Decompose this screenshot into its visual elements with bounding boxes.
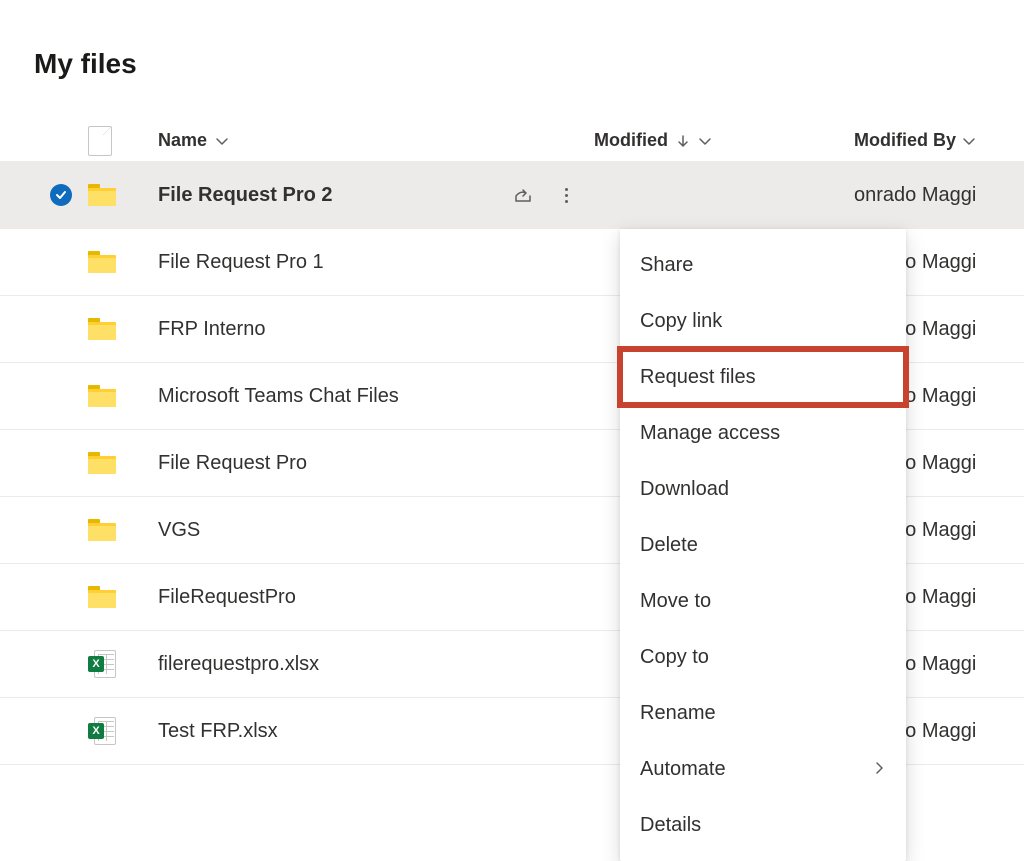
menu-item-label: Manage access <box>640 422 780 445</box>
page-title: My files <box>34 48 1024 80</box>
column-header-modified[interactable]: Modified <box>594 130 854 151</box>
sort-descending-icon <box>676 134 690 148</box>
menu-item-label: Request files <box>640 366 756 389</box>
row-name[interactable]: VGS <box>158 519 474 542</box>
menu-item-label: Copy to <box>640 646 709 669</box>
row-select[interactable] <box>34 184 88 206</box>
menu-item-copy-link[interactable]: Copy link <box>620 293 906 349</box>
row-name-label: FileRequestPro <box>158 586 296 609</box>
chevron-down-icon <box>698 134 712 148</box>
menu-item-download[interactable]: Download <box>620 461 906 517</box>
column-header-modified-by-label: Modified By <box>854 130 956 151</box>
column-header-modified-label: Modified <box>594 130 668 151</box>
column-header-type[interactable] <box>88 126 158 156</box>
excel-file-icon: X <box>88 717 116 745</box>
row-name-label: filerequestpro.xlsx <box>158 653 319 676</box>
row-type-icon <box>88 385 158 407</box>
folder-icon <box>88 452 116 474</box>
row-name-label: VGS <box>158 519 200 542</box>
row-type-icon <box>88 184 158 206</box>
menu-item-label: Details <box>640 814 701 837</box>
row-name[interactable]: File Request Pro 1 <box>158 251 474 274</box>
menu-item-label: Download <box>640 478 729 501</box>
context-menu: Share Copy link Request files Manage access… <box>620 229 906 861</box>
row-name-label: Microsoft Teams Chat Files <box>158 385 399 408</box>
row-name[interactable]: File Request Pro 2 <box>158 184 474 207</box>
row-type-icon: X <box>88 717 158 745</box>
file-icon <box>88 126 112 156</box>
row-type-icon <box>88 586 158 608</box>
row-type-icon <box>88 519 158 541</box>
row-name[interactable]: FileRequestPro <box>158 586 474 609</box>
folder-icon <box>88 184 116 206</box>
column-header-modified-by[interactable]: Modified By <box>854 130 1024 151</box>
row-type-icon: X <box>88 650 158 678</box>
menu-item-label: Share <box>640 254 693 277</box>
folder-icon <box>88 251 116 273</box>
row-name-label: File Request Pro 1 <box>158 251 324 274</box>
column-header-row: Name Modified Modified By <box>0 120 1024 162</box>
row-type-icon <box>88 318 158 340</box>
chevron-down-icon <box>215 134 229 148</box>
chevron-down-icon <box>962 134 976 148</box>
row-name[interactable]: FRP Interno <box>158 318 474 341</box>
more-actions-button[interactable] <box>558 188 574 203</box>
menu-item-label: Delete <box>640 534 698 557</box>
file-row[interactable]: File Request Pro 2 onrado Maggi <box>0 162 1024 229</box>
folder-icon <box>88 385 116 407</box>
excel-file-icon: X <box>88 650 116 678</box>
row-name-label: File Request Pro <box>158 452 307 475</box>
row-name-label: Test FRP.xlsx <box>158 720 278 743</box>
row-name-label: File Request Pro 2 <box>158 184 333 207</box>
row-name[interactable]: File Request Pro <box>158 452 474 475</box>
row-name-label: FRP Interno <box>158 318 265 341</box>
row-name[interactable]: filerequestpro.xlsx <box>158 653 474 676</box>
menu-item-copy-to[interactable]: Copy to <box>620 629 906 685</box>
menu-item-label: Automate <box>640 758 726 781</box>
menu-item-share[interactable]: Share <box>620 237 906 293</box>
menu-item-manage-access[interactable]: Manage access <box>620 405 906 461</box>
chevron-right-icon <box>872 758 886 781</box>
menu-item-label: Move to <box>640 590 711 613</box>
menu-item-automate[interactable]: Automate <box>620 741 906 797</box>
share-icon[interactable] <box>512 184 534 206</box>
checkmark-icon <box>50 184 72 206</box>
menu-item-delete[interactable]: Delete <box>620 517 906 573</box>
row-name[interactable]: Microsoft Teams Chat Files <box>158 385 474 408</box>
row-type-icon <box>88 251 158 273</box>
row-type-icon <box>88 452 158 474</box>
menu-item-request-files[interactable]: Request files <box>620 349 906 405</box>
menu-item-move-to[interactable]: Move to <box>620 573 906 629</box>
menu-item-rename[interactable]: Rename <box>620 685 906 741</box>
menu-item-details[interactable]: Details <box>620 797 906 853</box>
menu-item-label: Copy link <box>640 310 722 333</box>
row-modified-by: onrado Maggi <box>854 184 1024 207</box>
menu-item-label: Rename <box>640 702 716 725</box>
folder-icon <box>88 318 116 340</box>
column-header-name-label: Name <box>158 130 207 151</box>
folder-icon <box>88 519 116 541</box>
column-header-name[interactable]: Name <box>158 130 474 151</box>
folder-icon <box>88 586 116 608</box>
row-name[interactable]: Test FRP.xlsx <box>158 720 474 743</box>
